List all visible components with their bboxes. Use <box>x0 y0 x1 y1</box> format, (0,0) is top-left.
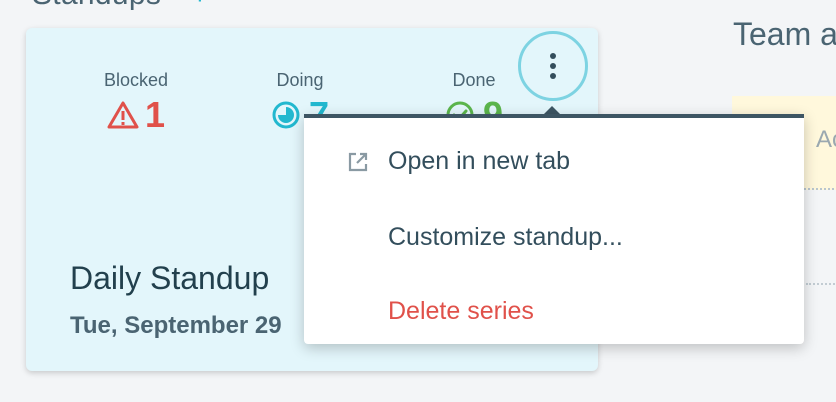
divider <box>806 283 836 285</box>
menu-item-label: Customize standup... <box>388 222 623 251</box>
stat-blocked: Blocked 1 <box>76 70 196 135</box>
section-title: Standups + <box>32 0 209 12</box>
menu-item-label: Delete series <box>388 296 534 325</box>
team-activity-card-text: Ac <box>816 126 836 153</box>
external-link-icon <box>348 152 368 172</box>
standup-title: Daily Standup <box>70 260 270 296</box>
stat-label: Done <box>452 70 496 90</box>
team-section-title: Team a <box>733 16 836 52</box>
stat-value: 1 <box>144 94 166 135</box>
stat-label: Doing <box>276 70 324 90</box>
menu-caret <box>544 106 560 114</box>
warning-triangle-icon <box>107 101 139 129</box>
menu-item-customize-standup[interactable]: Customize standup... <box>304 202 804 272</box>
add-standup-button[interactable]: + <box>191 0 209 11</box>
stat-label: Blocked <box>103 70 169 90</box>
section-title-text: Standups <box>32 0 161 11</box>
standup-date: Tue, September 29 <box>70 312 282 339</box>
menu-item-delete-series[interactable]: Delete series <box>304 276 804 346</box>
context-menu: Open in new tab Customize standup... Del… <box>304 114 804 344</box>
more-options-button[interactable] <box>518 31 588 101</box>
menu-item-label: Open in new tab <box>388 146 571 175</box>
more-vertical-icon <box>550 53 556 79</box>
progress-pie-icon <box>272 101 300 129</box>
menu-item-open-new-tab[interactable]: Open in new tab <box>304 126 804 196</box>
